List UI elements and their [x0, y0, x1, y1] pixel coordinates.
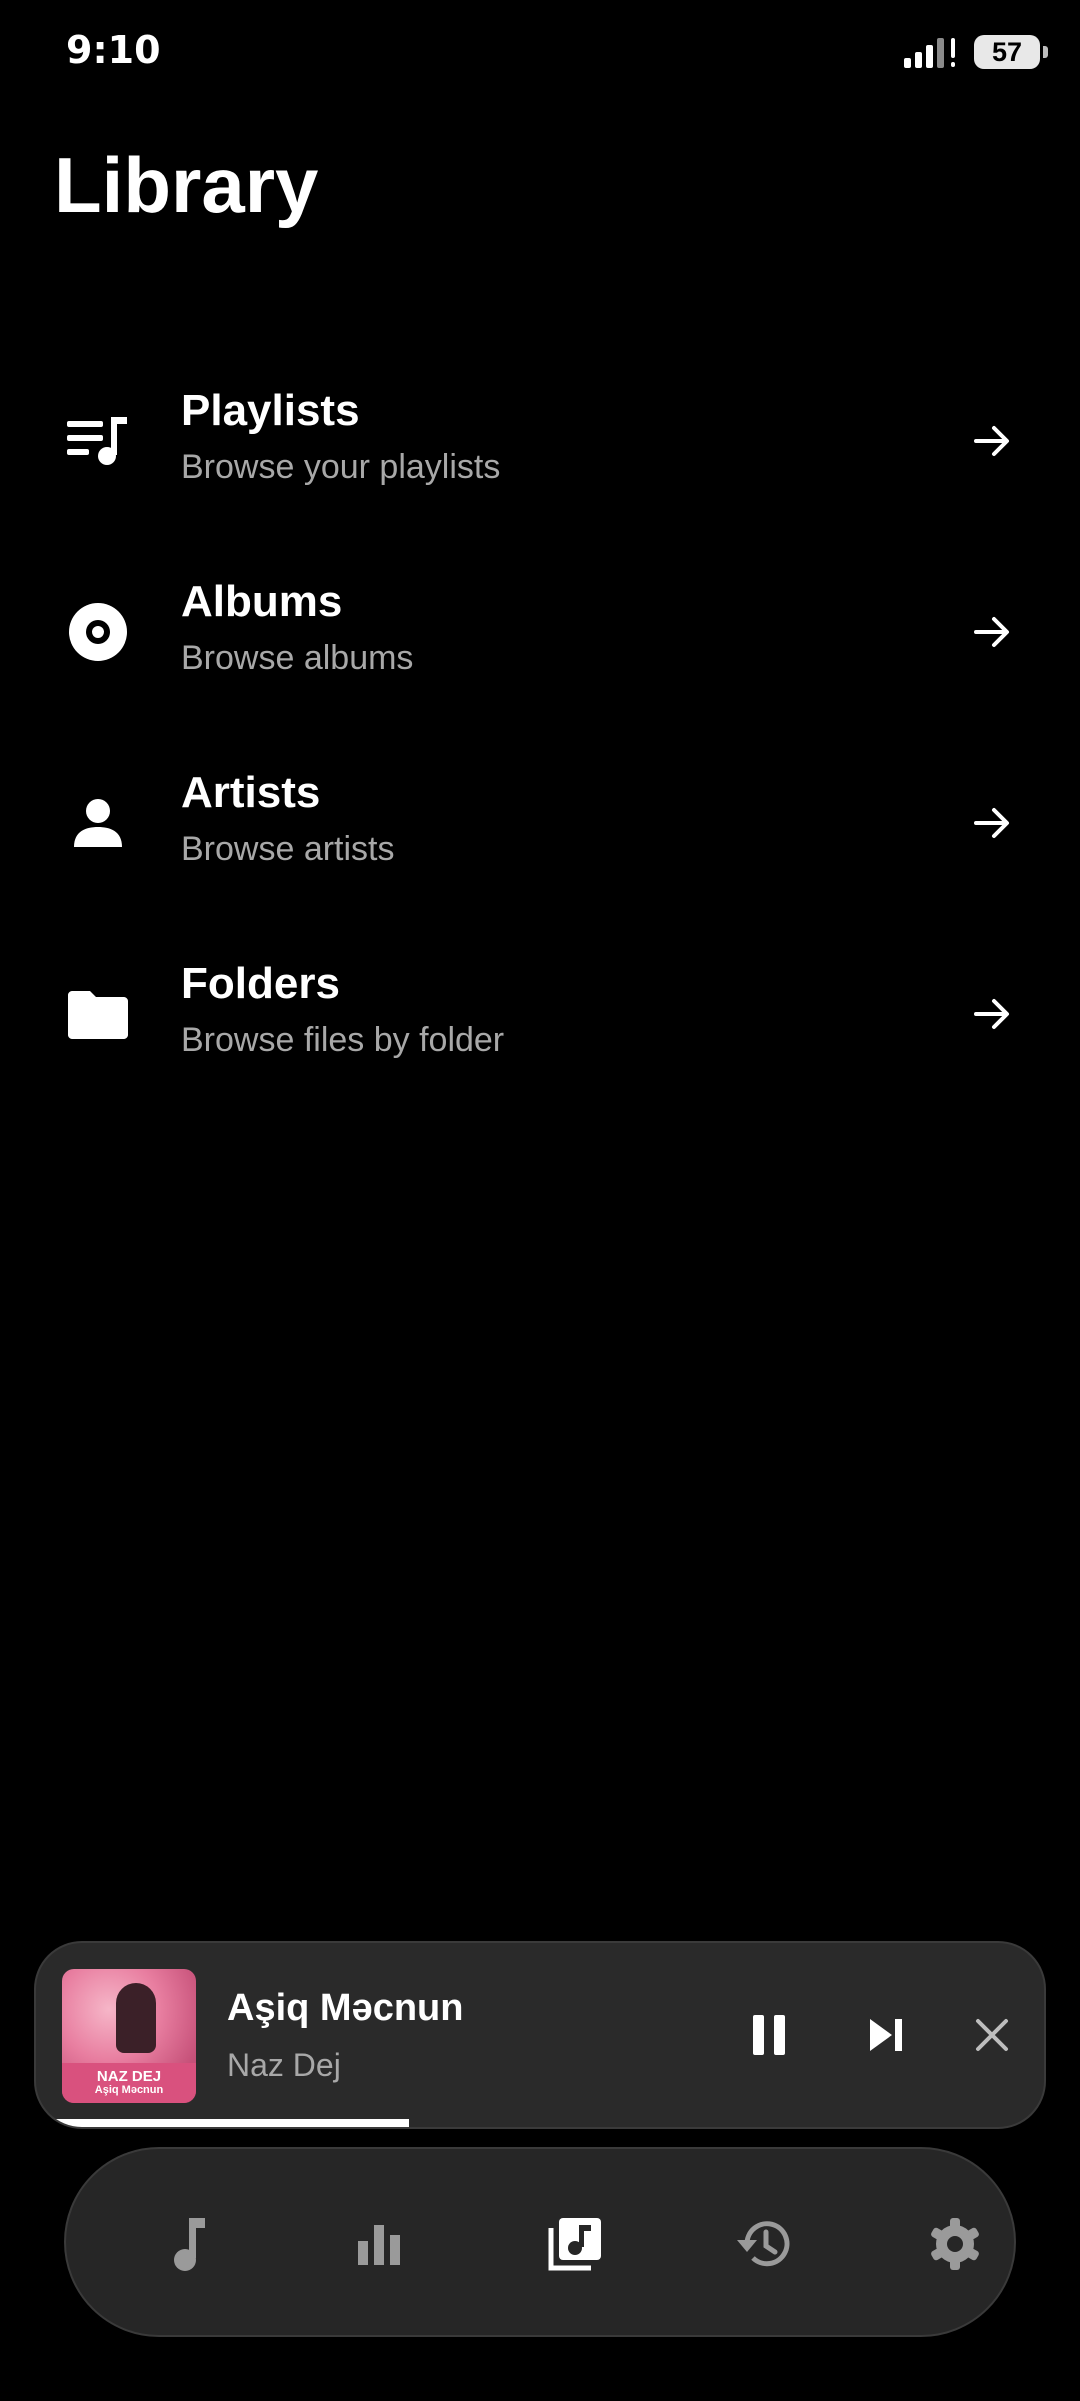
art-title: Aşiq Məcnun — [94, 2083, 164, 2096]
item-subtitle: Browse albums — [181, 639, 414, 678]
folder-icon — [62, 978, 134, 1050]
playback-progress[interactable] — [36, 2119, 1044, 2127]
item-title: Playlists — [181, 386, 360, 435]
item-title: Folders — [181, 959, 340, 1008]
art-figure — [116, 1983, 156, 2053]
library-item-playlists[interactable]: Playlists Browse your playlists — [0, 345, 1080, 536]
item-subtitle: Browse your playlists — [181, 448, 501, 487]
track-title: Aşiq Məcnun — [227, 1987, 464, 2029]
pause-icon — [753, 2015, 785, 2055]
skip-next-icon — [870, 2019, 902, 2051]
album-art[interactable]: NAZ DEJ Aşiq Məcnun — [62, 1969, 196, 2103]
nav-songs[interactable] — [154, 2209, 224, 2279]
library-item-artists[interactable]: Artists Browse artists — [0, 727, 1080, 918]
library-item-folders[interactable]: Folders Browse files by folder — [0, 918, 1080, 1109]
close-icon — [976, 2019, 1008, 2051]
bar-chart-icon — [358, 2225, 400, 2265]
pause-button[interactable] — [739, 2005, 799, 2065]
album-icon — [62, 596, 134, 668]
art-caption: NAZ DEJ Aşiq Məcnun — [62, 2063, 196, 2103]
playlist-icon — [62, 405, 134, 477]
status-time: 9:10 — [66, 28, 161, 72]
item-subtitle: Browse artists — [181, 830, 395, 869]
library-list: Playlists Browse your playlists Albums B… — [0, 345, 1080, 1109]
music-note-icon — [174, 2218, 205, 2271]
nav-library[interactable] — [540, 2209, 610, 2279]
history-icon — [737, 2221, 790, 2267]
signal-icon — [904, 38, 955, 68]
progress-fill — [36, 2119, 409, 2127]
skip-next-button[interactable] — [856, 2005, 916, 2065]
arrow-right-icon — [974, 616, 1009, 647]
battery-icon: 57 — [974, 35, 1048, 69]
library-music-icon — [548, 2218, 601, 2271]
artist-icon — [62, 787, 134, 859]
nav-settings[interactable] — [920, 2209, 990, 2279]
item-title: Artists — [181, 768, 321, 817]
arrow-right-icon — [974, 425, 1009, 456]
page-title: Library — [54, 141, 319, 229]
mini-player[interactable]: NAZ DEJ Aşiq Məcnun Aşiq Məcnun Naz Dej — [34, 1941, 1046, 2129]
close-button[interactable] — [962, 2005, 1022, 2065]
battery-level: 57 — [991, 36, 1023, 67]
settings-icon — [931, 2218, 979, 2270]
art-artist: NAZ DEJ — [96, 2067, 162, 2085]
arrow-right-icon — [974, 998, 1009, 1029]
library-item-albums[interactable]: Albums Browse albums — [0, 536, 1080, 727]
nav-stats[interactable] — [344, 2209, 414, 2279]
arrow-right-icon — [974, 807, 1009, 838]
item-title: Albums — [181, 577, 343, 626]
nav-history[interactable] — [728, 2209, 798, 2279]
track-artist: Naz Dej — [227, 2047, 341, 2083]
status-bar: 9:10 57 — [0, 0, 1080, 100]
status-indicators: 57 — [902, 32, 1048, 72]
item-subtitle: Browse files by folder — [181, 1021, 505, 1060]
bottom-nav — [64, 2147, 1016, 2337]
